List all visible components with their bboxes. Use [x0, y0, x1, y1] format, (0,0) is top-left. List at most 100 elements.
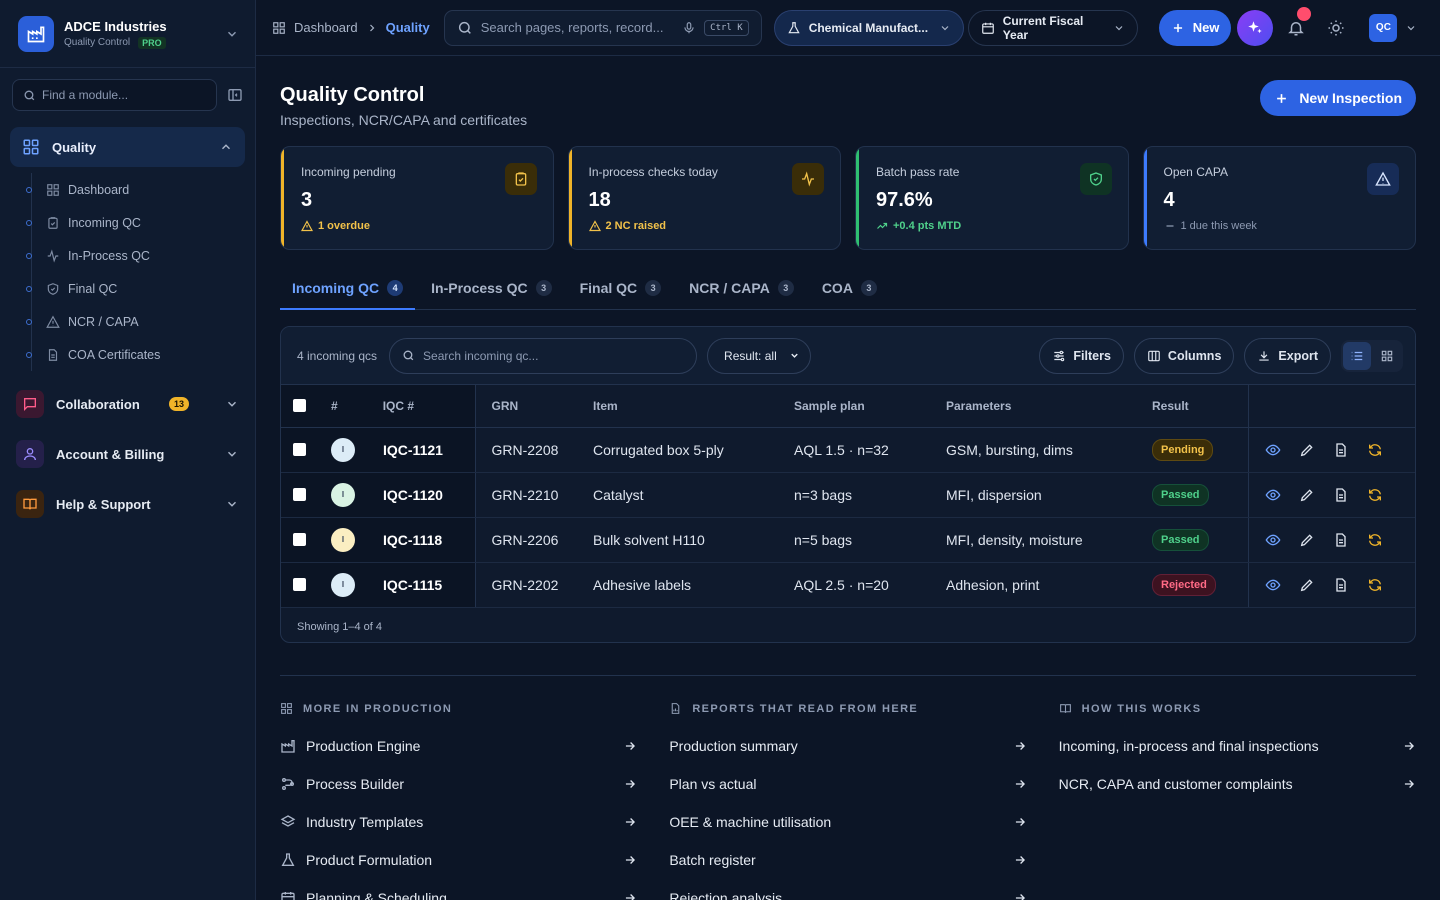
sidebar-item-coa-certificates[interactable]: COA Certificates [22, 338, 255, 371]
row-checkbox[interactable] [293, 578, 306, 591]
document-icon [46, 348, 60, 362]
iqc-id[interactable]: IQC-1118 [383, 532, 442, 548]
kpi-in-process-checks[interactable]: In-process checks today 18 2 NC raised [567, 146, 841, 250]
sidebar-item-final-qc[interactable]: Final QC [22, 272, 255, 305]
related-link[interactable]: Production Engine [280, 727, 637, 765]
related-link[interactable]: Process Builder [280, 765, 637, 803]
related-link[interactable]: Batch register [669, 841, 1026, 879]
sidebar-item-in-process-qc[interactable]: In-Process QC [22, 239, 255, 272]
view-icon[interactable] [1265, 532, 1281, 548]
refresh-icon[interactable] [1367, 487, 1383, 503]
columns-button[interactable]: Columns [1133, 337, 1235, 374]
related-link[interactable]: Industry Templates [280, 803, 637, 841]
status-badge: Passed [1152, 528, 1209, 551]
document-icon[interactable] [1333, 487, 1349, 503]
new-button[interactable]: New [1158, 9, 1232, 46]
edit-icon[interactable] [1299, 487, 1315, 503]
table-row[interactable]: I IQC-1120 GRN-2210 Catalyst n=3 bags MF… [281, 472, 1415, 518]
view-icon[interactable] [1265, 487, 1281, 503]
table-row[interactable]: I IQC-1121 GRN-2208 Corrugated box 5-ply… [281, 427, 1415, 473]
grid-view-button[interactable] [1373, 342, 1401, 370]
sidebar-item-label: In-Process QC [68, 248, 150, 263]
related-link[interactable]: Planning & Scheduling [280, 879, 637, 900]
notifications-button[interactable] [1287, 6, 1312, 37]
refresh-icon[interactable] [1367, 442, 1383, 458]
kpi-incoming-pending[interactable]: Incoming pending 3 1 overdue [280, 146, 554, 250]
ai-assistant-button[interactable] [1237, 9, 1274, 46]
iqc-id[interactable]: IQC-1121 [383, 442, 443, 458]
tab-label: COA [821, 279, 853, 296]
refresh-icon[interactable] [1367, 532, 1383, 548]
result-filter-select[interactable]: Result: all [707, 337, 811, 374]
brand-switcher[interactable]: ADCE Industries Quality Control PRO [0, 0, 255, 68]
industry-select[interactable]: Chemical Manufact... [773, 9, 964, 46]
status-badge: Passed [1152, 483, 1209, 506]
tab-final-qc[interactable]: Final QC 3 [568, 266, 674, 309]
user-menu[interactable]: QC [1369, 13, 1417, 42]
document-icon[interactable] [1333, 577, 1349, 593]
sliders-icon [1052, 349, 1066, 363]
sparkles-icon [1246, 19, 1264, 37]
global-search-placeholder: Search pages, reports, record... [480, 20, 664, 35]
period-select-value: Current Fiscal Year [1002, 13, 1084, 42]
view-icon[interactable] [1265, 442, 1281, 458]
column-header[interactable]: Item [593, 385, 794, 428]
row-avatar: I [331, 482, 355, 507]
column-header[interactable]: Parameters [946, 385, 1152, 428]
iqc-id[interactable]: IQC-1120 [383, 487, 443, 503]
list-view-button[interactable] [1343, 341, 1371, 370]
column-header[interactable]: Result [1152, 385, 1248, 428]
related-link[interactable]: OEE & machine utilisation [669, 803, 1026, 841]
collapse-sidebar-icon[interactable] [227, 87, 243, 103]
related-link[interactable]: Production summary [669, 727, 1026, 765]
kpi-open-capa[interactable]: Open CAPA 4 1 due this week [1142, 146, 1416, 250]
row-select-cell: I IQC-1121 [281, 427, 476, 473]
nav-group-collaboration[interactable]: Collaboration 13 [10, 383, 245, 425]
sidebar-item-incoming-qc[interactable]: Incoming QC [22, 206, 255, 239]
column-header[interactable]: Sample plan [794, 385, 946, 428]
filters-button[interactable]: Filters [1039, 337, 1124, 374]
related-link[interactable]: Rejection analysis [669, 879, 1026, 900]
edit-icon[interactable] [1299, 442, 1315, 458]
row-checkbox[interactable] [293, 488, 306, 501]
tab-in-process-qc[interactable]: In-Process QC 3 [419, 266, 563, 309]
row-checkbox[interactable] [293, 533, 306, 546]
kpi-batch-pass-rate[interactable]: Batch pass rate 97.6% +0.4 pts MTD [855, 146, 1129, 250]
view-icon[interactable] [1265, 577, 1281, 593]
related-link[interactable]: Incoming, in-process and final inspectio… [1059, 727, 1416, 765]
warning-icon [46, 315, 60, 329]
table-row[interactable]: I IQC-1118 GRN-2206 Bulk solvent H110 n=… [281, 517, 1415, 563]
document-icon[interactable] [1333, 442, 1349, 458]
column-header[interactable]: GRN [475, 385, 593, 428]
period-select[interactable]: Current Fiscal Year [967, 9, 1138, 46]
edit-icon[interactable] [1299, 577, 1315, 593]
theme-toggle[interactable] [1327, 19, 1345, 37]
new-inspection-label: New Inspection [1299, 90, 1402, 106]
nav-group-account-billing[interactable]: Account & Billing [10, 433, 245, 475]
refresh-icon[interactable] [1367, 577, 1383, 593]
breadcrumb-dashboard-link[interactable]: Dashboard [294, 20, 358, 35]
tab-incoming-qc[interactable]: Incoming QC 4 [280, 266, 416, 310]
iqc-id[interactable]: IQC-1115 [383, 577, 442, 593]
related-link[interactable]: NCR, CAPA and customer complaints [1059, 765, 1416, 803]
select-all-checkbox[interactable] [293, 399, 306, 413]
related-link-label: OEE & machine utilisation [669, 814, 832, 830]
tab-ncr-capa[interactable]: NCR / CAPA 3 [677, 266, 806, 309]
nav-group-quality[interactable]: Quality [10, 127, 245, 167]
tab-coa[interactable]: COA 3 [810, 266, 889, 309]
module-search-input[interactable]: Find a module... [12, 79, 217, 111]
sidebar-item-dashboard[interactable]: Dashboard [22, 173, 255, 206]
table-row[interactable]: I IQC-1115 GRN-2202 Adhesive labels AQL … [281, 562, 1415, 608]
new-inspection-button[interactable]: New Inspection [1260, 80, 1416, 116]
global-search-input[interactable]: Search pages, reports, record... Ctrl K [443, 9, 762, 46]
export-button[interactable]: Export [1244, 337, 1331, 374]
related-link[interactable]: Plan vs actual [669, 765, 1026, 803]
nav-group-help-support[interactable]: Help & Support [10, 483, 245, 525]
edit-icon[interactable] [1299, 532, 1315, 548]
document-icon[interactable] [1333, 532, 1349, 548]
sidebar-item-ncr-capa[interactable]: NCR / CAPA [22, 305, 255, 338]
row-checkbox[interactable] [293, 443, 306, 456]
table-search-input[interactable]: Search incoming qc... [389, 337, 698, 374]
microphone-icon[interactable] [682, 21, 696, 35]
related-link[interactable]: Product Formulation [280, 841, 637, 879]
